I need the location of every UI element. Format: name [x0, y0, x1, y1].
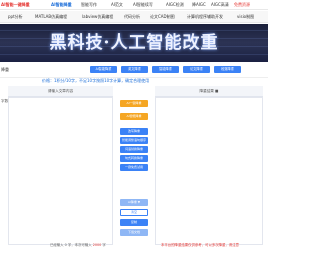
- tab-english-rewrite[interactable]: 英文降重: [121, 66, 148, 73]
- nav-item-aigc-detect[interactable]: AIGC检测: [166, 2, 184, 7]
- result-header-bar: 降重结果 ■: [155, 86, 263, 97]
- download-button[interactable]: 下载文档: [120, 229, 148, 236]
- result-textarea[interactable]: [155, 97, 263, 245]
- result-disclaimer: 本平台的降重结果仅供参考，可以多次降重，请注意: [161, 243, 239, 247]
- tab-thesis-rewrite[interactable]: 论文降重: [183, 66, 210, 73]
- counter-suffix: 字: [102, 243, 106, 247]
- sentence-convert-button[interactable]: 句式转换降重: [120, 155, 148, 162]
- counter-limit: 2000: [92, 243, 102, 247]
- input-header: 请输入文章内容: [47, 89, 74, 93]
- tab-ai-rewrite[interactable]: AI智能降重: [90, 66, 117, 73]
- subnav-item-labview[interactable]: labview仿真编程: [82, 14, 113, 19]
- subnav-item-cad[interactable]: 论文CAD制图: [150, 14, 175, 19]
- secondary-nav: ppt分析 MATLAB仿真编程 labview仿真编程 代码分析 论文CAD制…: [0, 11, 268, 23]
- banner-stripe: [0, 54, 268, 55]
- reorder-button[interactable]: 智能调整语句顺序: [120, 137, 148, 144]
- subnav-item-code[interactable]: 代码分析: [124, 14, 140, 19]
- input-header-bar: 请输入文章内容: [8, 86, 113, 97]
- subnav-item-visio[interactable]: visio制图: [237, 14, 254, 19]
- word-replace-button[interactable]: 词语替换降重: [120, 146, 148, 153]
- nav-item-free-resources[interactable]: 免费资源: [234, 2, 250, 7]
- toolbar-label: 降重: [1, 67, 9, 72]
- nav-item-reduce-aigc[interactable]: 降AIGC: [192, 2, 206, 7]
- top-nav: AI智能一键降重 AI智能降重 智能写作 AI范文 AI智能续写 AIGC检测 …: [0, 0, 268, 10]
- nav-item-ai-essay[interactable]: AI范文: [111, 2, 123, 7]
- mode-toolbar: 降重 AI智能降重 英文降重 智能降重 论文降重 段落降重: [0, 62, 268, 78]
- nav-item-ai-rewrite[interactable]: AI智能降重: [51, 2, 72, 7]
- pricing-notice: 价格：1积分/10字，不足10字按照10字计算，确定合理使用: [42, 78, 150, 83]
- ai-rewrite-dropdown[interactable]: AI降重 ▼: [120, 199, 148, 206]
- input-counter: 已经输入 0 字，本次可输入 2000 字: [50, 242, 106, 247]
- banner-title: 黑科技·人工智能改重: [49, 33, 219, 53]
- clear-button[interactable]: 清空: [120, 209, 148, 216]
- free-trial-button[interactable]: 一键免费试用: [120, 164, 148, 171]
- nav-item-ai-continue[interactable]: AI智能续写: [133, 2, 153, 7]
- banner-stripe: [0, 30, 268, 31]
- nav-item-smart-writing[interactable]: 智能写作: [81, 2, 97, 7]
- subnav-item-program-dev[interactable]: 计算机程序辅助开发: [187, 14, 223, 19]
- result-header: 降重结果 ■: [199, 89, 219, 93]
- hero-banner: 黑科技·人工智能改重: [0, 24, 268, 62]
- site-logo[interactable]: AI智能一键降重: [1, 2, 30, 7]
- copy-button[interactable]: 复制: [120, 219, 148, 226]
- ai-one-click-button[interactable]: AI一键降重: [120, 100, 148, 107]
- input-textarea[interactable]: [8, 97, 113, 245]
- ai-smart-button[interactable]: AI智能降重: [120, 113, 148, 120]
- nav-item-aigc-hd[interactable]: AIGC高清: [211, 2, 229, 7]
- subnav-item-ppt[interactable]: ppt分析: [8, 14, 23, 19]
- tab-paragraph-rewrite[interactable]: 段落降重: [214, 66, 241, 73]
- subnav-item-matlab[interactable]: MATLAB仿真编程: [35, 14, 67, 19]
- tab-smart-rewrite[interactable]: 智能降重: [152, 66, 179, 73]
- counter-prefix: 已经输入 0 字，本次可输入: [50, 243, 92, 247]
- rewrite-button[interactable]: 改写降重: [120, 128, 148, 135]
